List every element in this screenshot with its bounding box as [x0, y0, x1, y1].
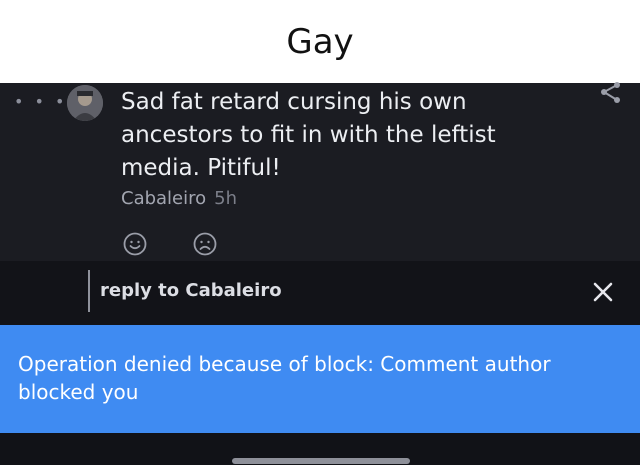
comment-timestamp: 5h [214, 188, 238, 209]
reply-quote-line [88, 270, 90, 312]
page-title: Gay [286, 22, 354, 62]
error-message: Operation denied because of block: Comme… [18, 352, 551, 404]
reply-bar [0, 261, 640, 325]
avatar[interactable] [67, 85, 103, 121]
reply-label: reply to Cabaleiro [100, 280, 282, 301]
comment-meta: Cabaleiro 5h [121, 188, 237, 209]
frown-icon[interactable] [193, 232, 217, 256]
comment-author[interactable]: Cabaleiro [121, 188, 206, 209]
home-indicator[interactable] [232, 458, 410, 464]
comment-menu-icon[interactable]: • • • [14, 92, 67, 111]
smiley-icon[interactable] [123, 232, 147, 256]
app-header: Gay [0, 0, 640, 83]
comment-text: Sad fat retard cursing his own ancestors… [121, 89, 496, 181]
close-icon[interactable] [592, 281, 614, 303]
share-icon[interactable] [598, 80, 622, 104]
